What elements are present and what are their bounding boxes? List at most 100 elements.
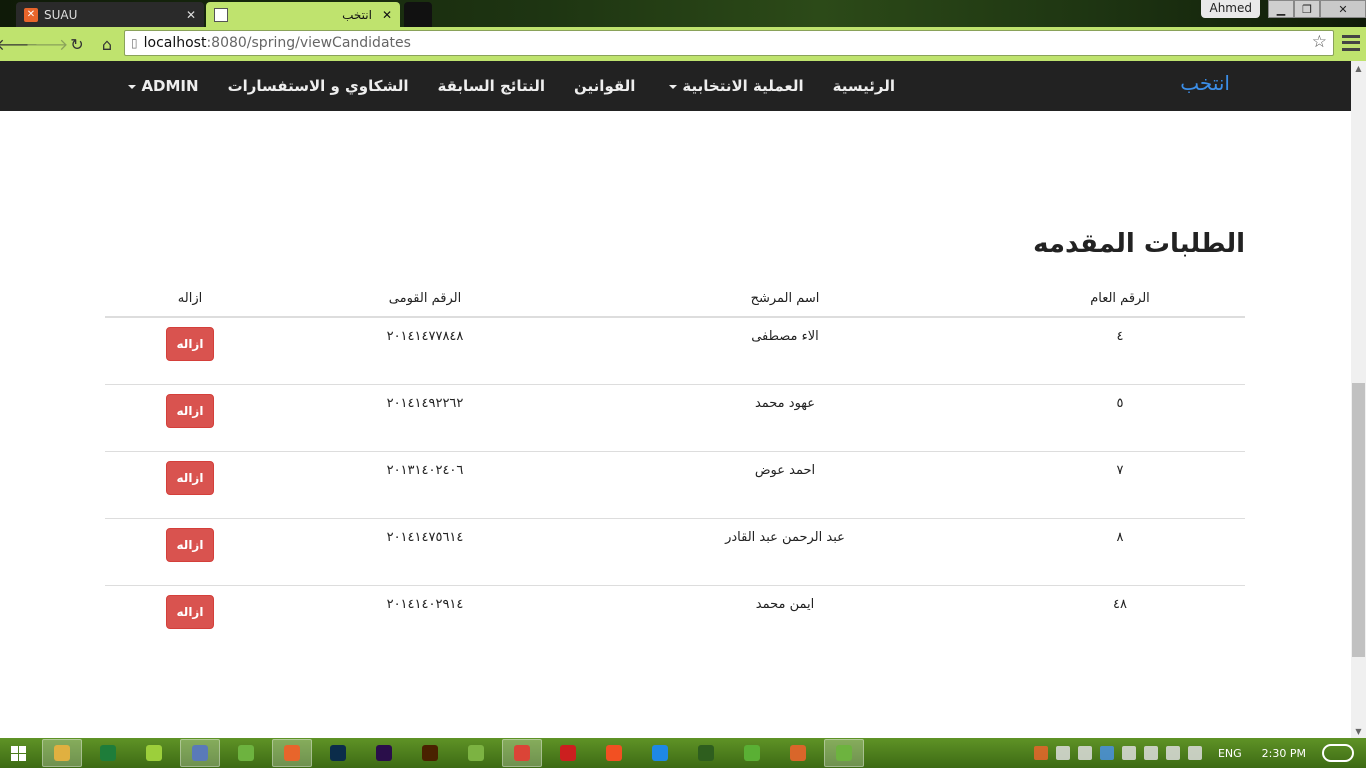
browser-tab-suau[interactable]: ✕ SUAU ✕ xyxy=(16,2,204,27)
xampp-icon xyxy=(284,745,300,761)
taskbar-app-button[interactable] xyxy=(456,739,496,767)
folder-icon xyxy=(146,745,162,761)
remove-button[interactable]: ازاله xyxy=(166,527,214,562)
taskbar-app-button[interactable] xyxy=(502,739,542,767)
url-host: localhost xyxy=(143,35,207,51)
taskbar-app-button[interactable] xyxy=(778,739,818,767)
cell-name: عهود محمد xyxy=(575,384,995,452)
nav-election-label: العملية الانتخابية xyxy=(682,77,804,95)
browser-tab-entakheb[interactable]: انتخب ✕ xyxy=(206,2,400,27)
action-center-flag-icon[interactable] xyxy=(1077,746,1092,760)
page-icon: ▯ xyxy=(131,36,138,50)
nav-home[interactable]: الرئيسية xyxy=(833,77,895,95)
after-effects-icon xyxy=(376,745,392,761)
taskbar-app-button[interactable] xyxy=(732,739,772,767)
taskbar-app-button[interactable] xyxy=(594,739,634,767)
cell-remove: ازاله xyxy=(105,518,275,586)
cell-national-id: ٢٠١٤١٤٧٥٦١٤ xyxy=(275,518,575,586)
chrome-menu-icon[interactable] xyxy=(1342,33,1360,53)
file-explorer-icon xyxy=(54,745,70,761)
taskbar-app-button[interactable] xyxy=(824,739,864,767)
remove-button[interactable]: ازاله xyxy=(166,460,214,495)
volume-icon[interactable] xyxy=(1187,746,1202,760)
cell-id: ٨ xyxy=(995,518,1245,586)
bluetooth-icon[interactable] xyxy=(1099,746,1114,760)
taskbar-app-button[interactable] xyxy=(318,739,358,767)
browser-toolbar: 🡐 🡒 ↻ ⌂ ▯ localhost :8080/spring/viewCan… xyxy=(0,27,1366,61)
chevron-down-icon xyxy=(128,84,137,89)
window-close-icon[interactable]: ✕ xyxy=(1320,0,1366,18)
window-controls: ▁ ❐ ✕ xyxy=(1268,0,1366,18)
scroll-down-icon[interactable]: ▼ xyxy=(1351,724,1366,738)
taskbar-app-button[interactable] xyxy=(686,739,726,767)
taskbar-app-button[interactable] xyxy=(88,739,128,767)
taskbar-app-button[interactable] xyxy=(134,739,174,767)
close-tab-icon[interactable]: ✕ xyxy=(186,8,196,22)
nav-complaints[interactable]: الشكاوي و الاستفسارات xyxy=(228,77,409,95)
cell-name: عبد الرحمن عبد القادر xyxy=(575,518,995,586)
forward-arrow-icon[interactable]: 🡒 xyxy=(26,31,69,57)
taskbar-app-button[interactable] xyxy=(548,739,588,767)
taskbar-app-button[interactable] xyxy=(410,739,450,767)
minimize-icon[interactable]: ▁ xyxy=(1268,0,1294,18)
taskbar-app-button[interactable] xyxy=(226,739,266,767)
nav-admin[interactable]: ADMIN xyxy=(123,77,199,95)
reload-icon[interactable]: ↻ xyxy=(64,31,90,57)
url-path: :8080/spring/viewCandidates xyxy=(206,35,411,51)
table-row: ٤ الاء مصطفى ٢٠١٤١٤٧٧٨٤٨ ازاله xyxy=(105,317,1245,385)
table-body: ٤ الاء مصطفى ٢٠١٤١٤٧٧٨٤٨ ازاله ٥ عهود محمد ٢٠١… xyxy=(105,317,1245,652)
page-scrollbar[interactable]: ▲ ▼ xyxy=(1351,61,1366,738)
network-icon[interactable] xyxy=(1121,746,1136,760)
home-icon[interactable]: ⌂ xyxy=(94,31,120,57)
scroll-thumb[interactable] xyxy=(1352,383,1365,657)
language-indicator[interactable]: ENG xyxy=(1218,747,1242,760)
nav-previous-results[interactable]: النتائج السابقة xyxy=(438,77,546,95)
cell-remove: ازاله xyxy=(105,451,275,519)
solitaire-icon xyxy=(698,745,714,761)
remove-button[interactable]: ازاله xyxy=(166,327,214,361)
browser-tab-strip: ✕ SUAU ✕ انتخب ✕ Ahmed ▁ ❐ ✕ xyxy=(0,0,1366,27)
cell-remove: ازاله xyxy=(105,384,275,452)
cell-national-id: ٢٠١٤١٤٩٢٢٦٢ xyxy=(275,384,575,452)
remove-button[interactable]: ازاله xyxy=(166,393,214,428)
cell-id: ٤٨ xyxy=(1113,596,1127,612)
xampp-favicon-icon: ✕ xyxy=(24,7,38,22)
table-header-row: الرقم العام اسم المرشح الرقم القومى ازال… xyxy=(105,281,1245,318)
page-title: الطلبات المقدمه xyxy=(1033,229,1245,259)
taskbar-app-button[interactable] xyxy=(272,739,312,767)
scroll-up-icon[interactable]: ▲ xyxy=(1351,61,1366,75)
battery-icon[interactable] xyxy=(1143,746,1158,760)
column-header-name: اسم المرشح xyxy=(575,281,995,318)
table-row: ٧ احمد عوض ٢٠١٣١٤٠٢٤٠٦ ازاله xyxy=(105,451,1245,519)
site-brand[interactable]: انتخب xyxy=(1180,71,1230,95)
taskbar-app-button[interactable] xyxy=(364,739,404,767)
cloud-icon[interactable] xyxy=(1322,744,1354,762)
cell-id: ٤ xyxy=(995,317,1245,385)
taskbar-app-button[interactable] xyxy=(180,739,220,767)
spring-tool-icon xyxy=(836,745,852,761)
opera-icon xyxy=(560,745,576,761)
table-row: ٤٨ ايمن محمد ٢٠١٤١٤٠٢٩١٤ ازاله xyxy=(105,585,1245,652)
remove-button[interactable]: ازاله xyxy=(166,594,214,629)
xampp-tray-icon[interactable] xyxy=(1033,746,1048,760)
chevron-down-icon xyxy=(669,84,678,89)
column-header-id: الرقم العام xyxy=(995,281,1245,318)
nav-election-process[interactable]: العملية الانتخابية xyxy=(664,77,804,95)
close-tab-icon[interactable]: ✕ xyxy=(382,8,392,22)
cell-remove: ازاله xyxy=(105,317,275,385)
taskbar-app-button[interactable] xyxy=(42,739,82,767)
nav-rules[interactable]: القوانين xyxy=(574,77,635,95)
address-bar[interactable]: ▯ localhost :8080/spring/viewCandidates … xyxy=(124,30,1334,56)
usb-icon[interactable] xyxy=(1055,746,1070,760)
bookmark-star-icon[interactable]: ☆ xyxy=(1312,32,1327,52)
android-icon xyxy=(468,745,484,761)
messenger-icon xyxy=(652,745,668,761)
profile-user-name[interactable]: Ahmed xyxy=(1201,0,1260,18)
taskbar-app-button[interactable] xyxy=(640,739,680,767)
onedrive-icon[interactable] xyxy=(1165,746,1180,760)
table-row: ٥ عهود محمد ٢٠١٤١٤٩٢٢٦٢ ازاله xyxy=(105,384,1245,452)
clock[interactable]: 2:30 PM xyxy=(1262,747,1306,760)
new-tab-button[interactable] xyxy=(404,2,432,27)
start-button[interactable] xyxy=(0,738,36,768)
restore-icon[interactable]: ❐ xyxy=(1294,0,1320,18)
